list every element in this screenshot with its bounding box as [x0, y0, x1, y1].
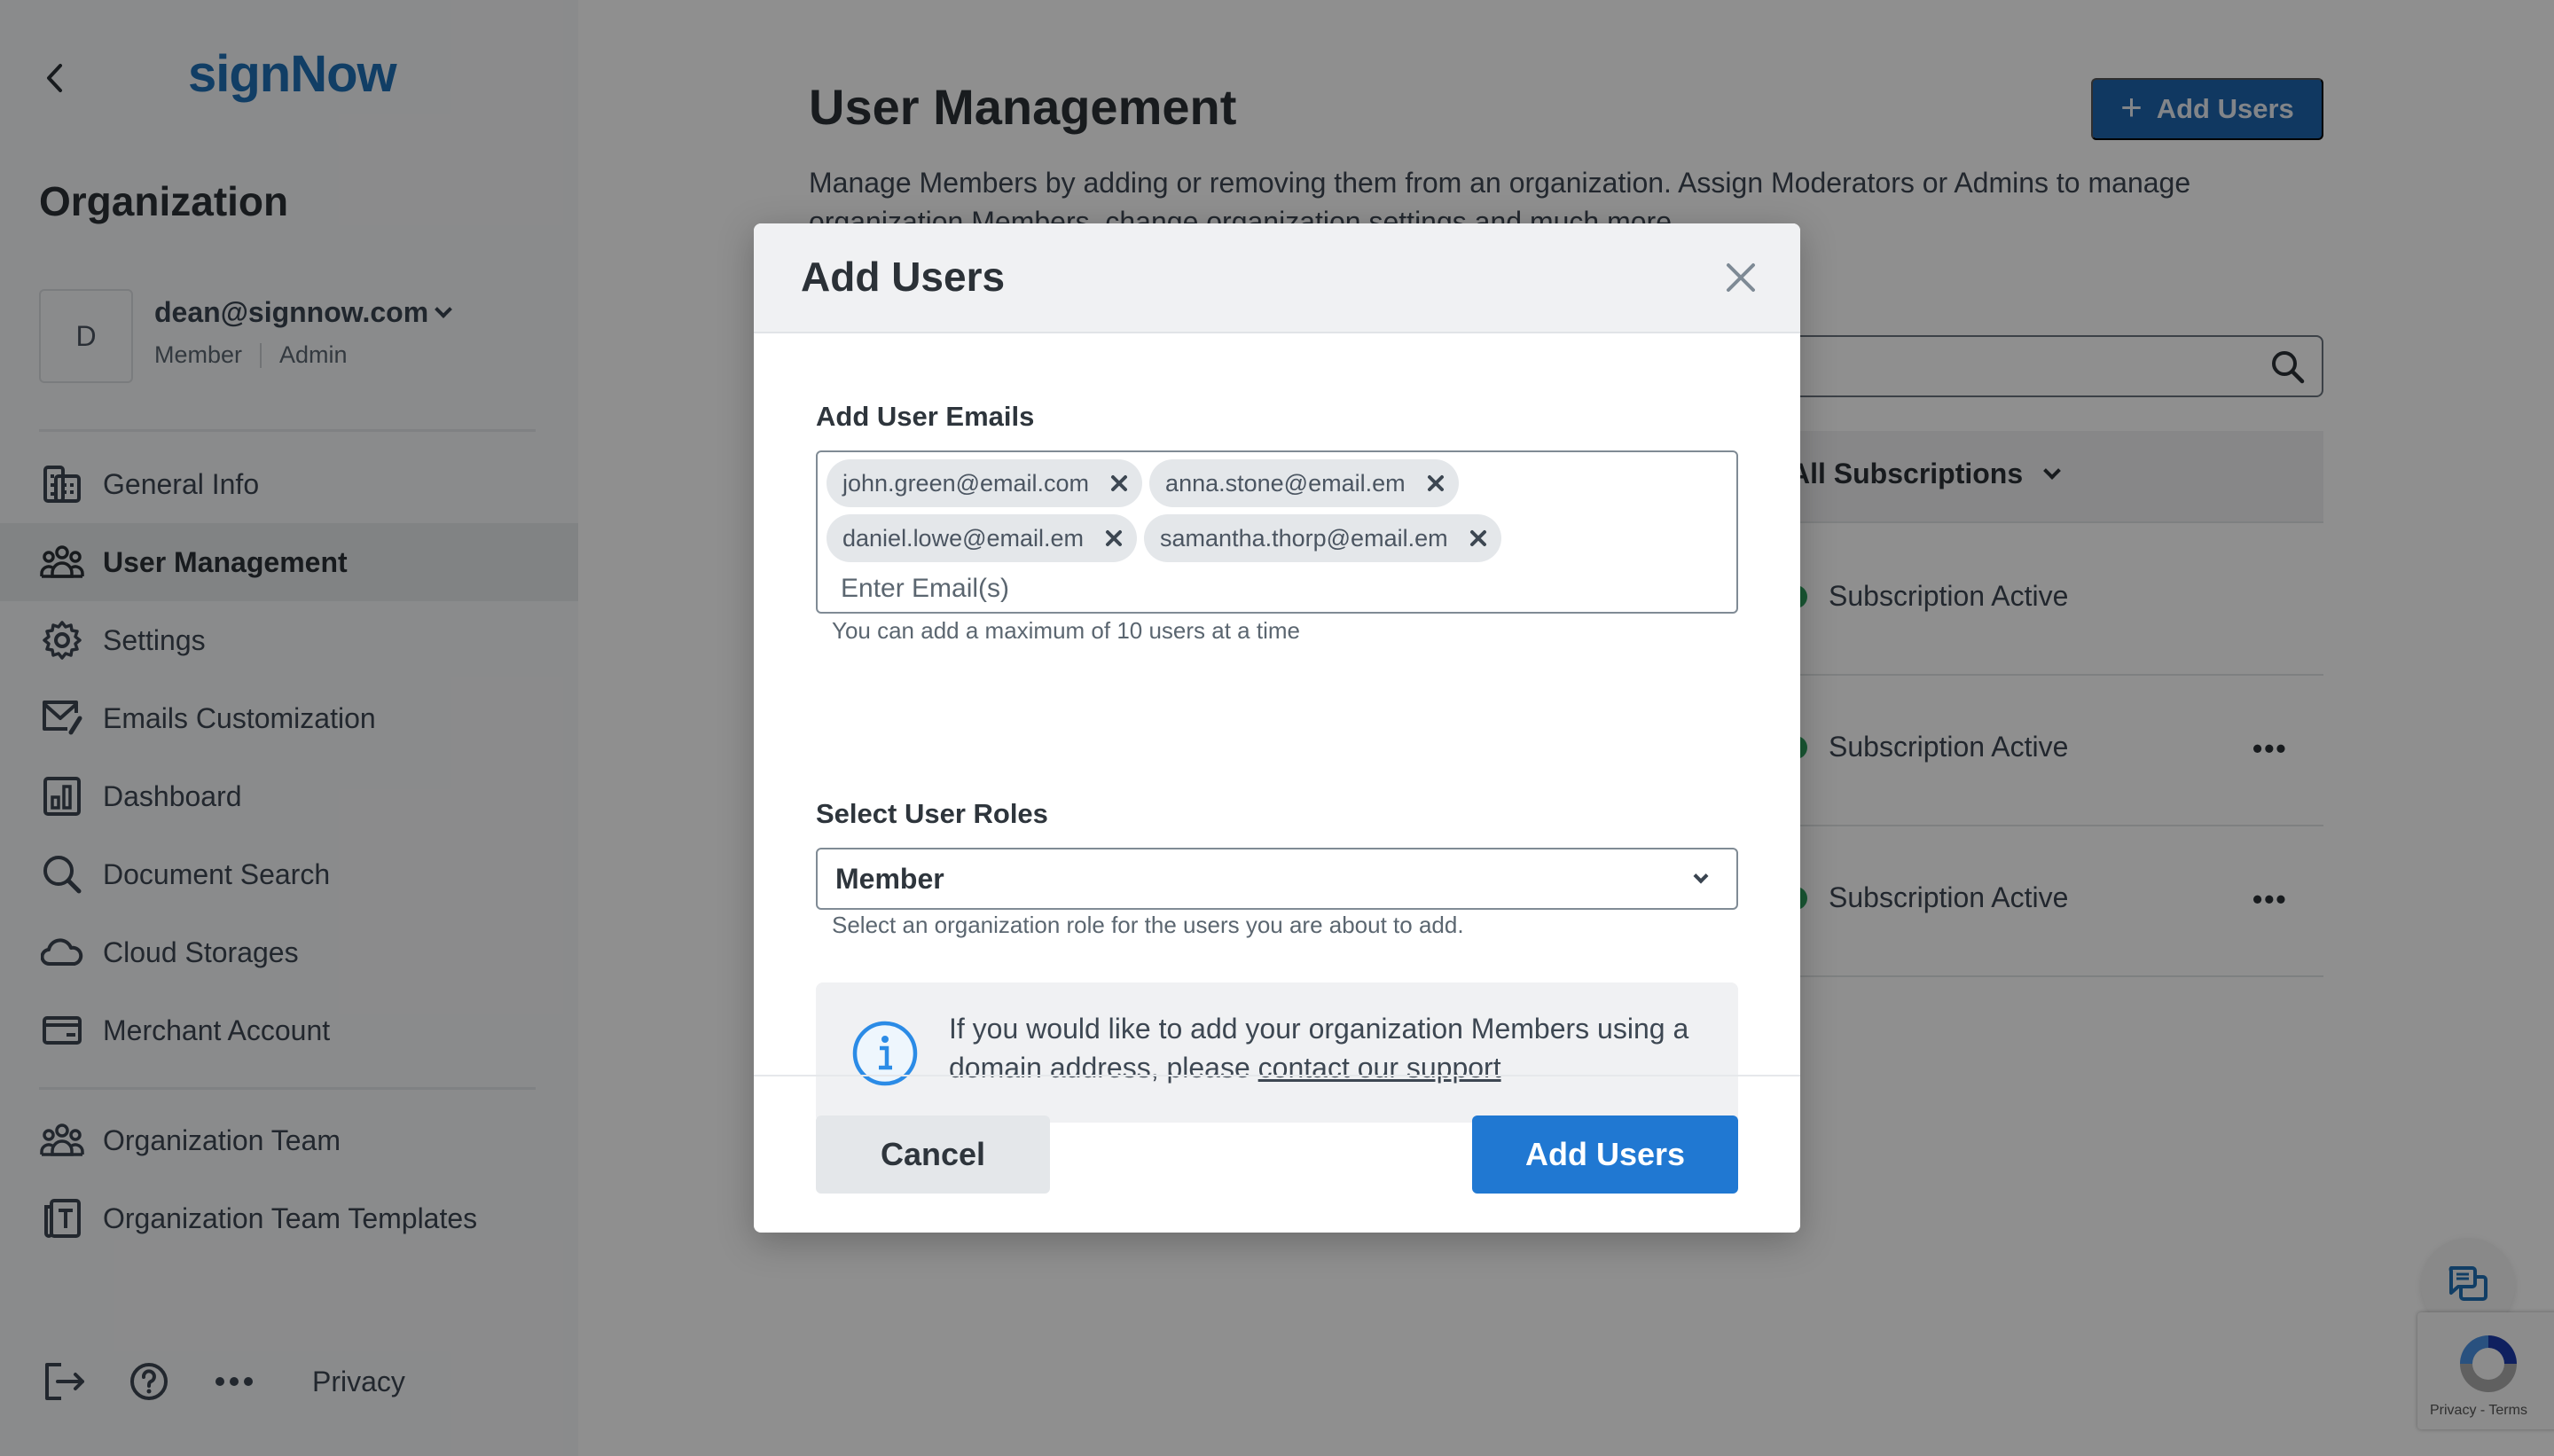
remove-chip-icon[interactable]: [1468, 528, 1489, 549]
email-chip-text: samantha.thorp@email.em: [1160, 524, 1448, 552]
modal-title: Add Users: [801, 254, 1006, 300]
email-chip-text: anna.stone@email.em: [1165, 469, 1406, 497]
remove-chip-icon[interactable]: [1103, 528, 1124, 549]
close-icon: [1727, 263, 1755, 292]
remove-chip-icon[interactable]: [1425, 473, 1446, 494]
emails-hint: You can add a maximum of 10 users at a t…: [832, 617, 1300, 644]
emails-label: Add User Emails: [816, 401, 1035, 432]
modal-footer: Cancel Add Users: [754, 1075, 1800, 1233]
submit-add-users-button[interactable]: Add Users: [1472, 1115, 1738, 1194]
cancel-button[interactable]: Cancel: [816, 1115, 1050, 1194]
role-select[interactable]: Member: [816, 848, 1738, 910]
remove-chip-icon[interactable]: [1109, 473, 1130, 494]
email-chip-text: daniel.lowe@email.em: [842, 524, 1085, 552]
email-input[interactable]: [827, 571, 1359, 607]
close-button[interactable]: [1720, 257, 1761, 298]
modal-header: Add Users: [754, 223, 1800, 333]
roles-hint: Select an organization role for the user…: [832, 912, 1464, 938]
email-chip: john.green@email.com: [827, 459, 1143, 507]
add-users-modal: Add Users Add User Emails john.green@ema…: [754, 223, 1800, 1233]
email-chip-text: john.green@email.com: [842, 469, 1090, 497]
emails-field[interactable]: john.green@email.com anna.stone@email.em…: [816, 450, 1738, 614]
roles-label: Select User Roles: [816, 798, 1048, 829]
email-chip: anna.stone@email.em: [1149, 459, 1459, 507]
email-chip: daniel.lowe@email.em: [827, 514, 1138, 562]
role-select-value: Member: [835, 862, 944, 895]
chevron-down-icon: [1693, 868, 1709, 884]
email-chip: samantha.thorp@email.em: [1144, 514, 1501, 562]
